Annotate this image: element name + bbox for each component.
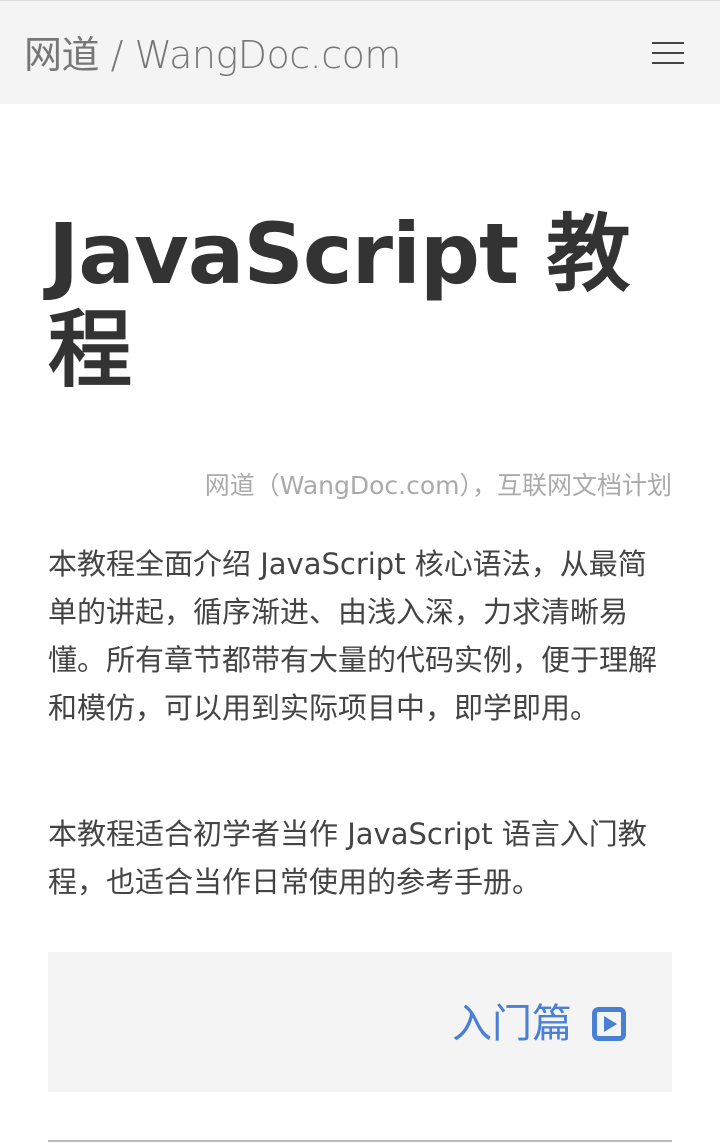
menu-bar-line (652, 62, 684, 64)
next-chapter-box: 入门篇 (48, 952, 672, 1092)
audience-paragraph: 本教程适合初学者当作 JavaScript 语言入门教程，也适合当作日常使用的参… (48, 817, 647, 899)
intro-paragraph: 本教程全面介绍 JavaScript 核心语法，从最简单的讲起，循序渐进、由浅入… (48, 547, 658, 725)
page-subtitle: 网道（WangDoc.com），互联网文档计划 (204, 471, 672, 500)
page-title: JavaScript 教程 (48, 205, 630, 399)
menu-bar-line (652, 42, 684, 44)
site-title-link[interactable]: 网道 / WangDoc.com (24, 31, 401, 79)
top-navbar: 网道 / WangDoc.com (0, 0, 720, 104)
next-chapter-link[interactable]: 入门篇 (452, 1000, 626, 1048)
content-divider (48, 1140, 672, 1142)
next-chapter-label: 入门篇 (452, 1001, 572, 1047)
play-square-icon (592, 1007, 626, 1041)
menu-bar-line (652, 52, 684, 54)
hamburger-menu-icon[interactable] (648, 39, 688, 69)
page-title-container: JavaScript 教程 (48, 206, 672, 398)
